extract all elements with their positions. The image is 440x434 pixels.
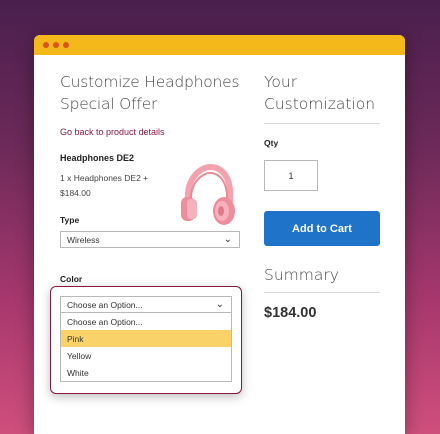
color-dropdown-panel: Choose an Option... ⌄ Choose an Option..… (50, 286, 242, 394)
page-title-line1: Customize Headphones (60, 73, 240, 91)
color-option[interactable]: Yellow (61, 347, 231, 364)
type-select[interactable]: Wireless ⌄ (60, 231, 240, 248)
summary-price: $184.00 (264, 305, 317, 321)
type-select-value: Wireless (67, 234, 100, 245)
qty-input[interactable]: 1 (264, 160, 318, 191)
back-to-product-link[interactable]: Go back to product details (60, 127, 240, 137)
customization-title-line2: Customization (264, 95, 376, 113)
browser-window: Customize Headphones Special Offer Go ba… (34, 35, 405, 434)
divider (264, 123, 380, 124)
product-column: Customize Headphones Special Offer Go ba… (60, 55, 240, 284)
color-select-value: Choose an Option... (67, 299, 143, 310)
maximize-window-dot[interactable] (63, 42, 69, 48)
window-titlebar (34, 35, 405, 55)
customization-title-line1: Your (264, 73, 298, 91)
color-option-highlighted[interactable]: Pink (61, 330, 231, 347)
customization-title: Your Customization (264, 71, 380, 115)
chevron-down-icon: ⌄ (215, 299, 224, 310)
color-option[interactable]: White (61, 364, 231, 381)
add-to-cart-button[interactable]: Add to Cart (264, 211, 380, 246)
headphones-image (181, 163, 235, 225)
divider (264, 292, 380, 293)
page-title: Customize Headphones Special Offer (60, 71, 240, 115)
color-option-list: Choose an Option... Pink Yellow White (60, 313, 232, 382)
minimize-window-dot[interactable] (53, 42, 59, 48)
close-window-dot[interactable] (43, 42, 49, 48)
color-option[interactable]: Choose an Option... (61, 313, 231, 330)
qty-label: Qty (264, 138, 279, 148)
summary-label: Summary (264, 266, 339, 284)
page-title-line2: Special Offer (60, 95, 158, 113)
chevron-down-icon: ⌄ (223, 234, 232, 245)
product-description: 1 x Headphones DE2 + $184.00 (60, 173, 149, 198)
color-select[interactable]: Choose an Option... ⌄ (60, 296, 232, 313)
product-name: Headphones DE2 (60, 153, 135, 163)
customization-column: Your Customization Qty 1 Add to Cart Sum… (264, 55, 380, 321)
color-label: Color (60, 274, 83, 284)
